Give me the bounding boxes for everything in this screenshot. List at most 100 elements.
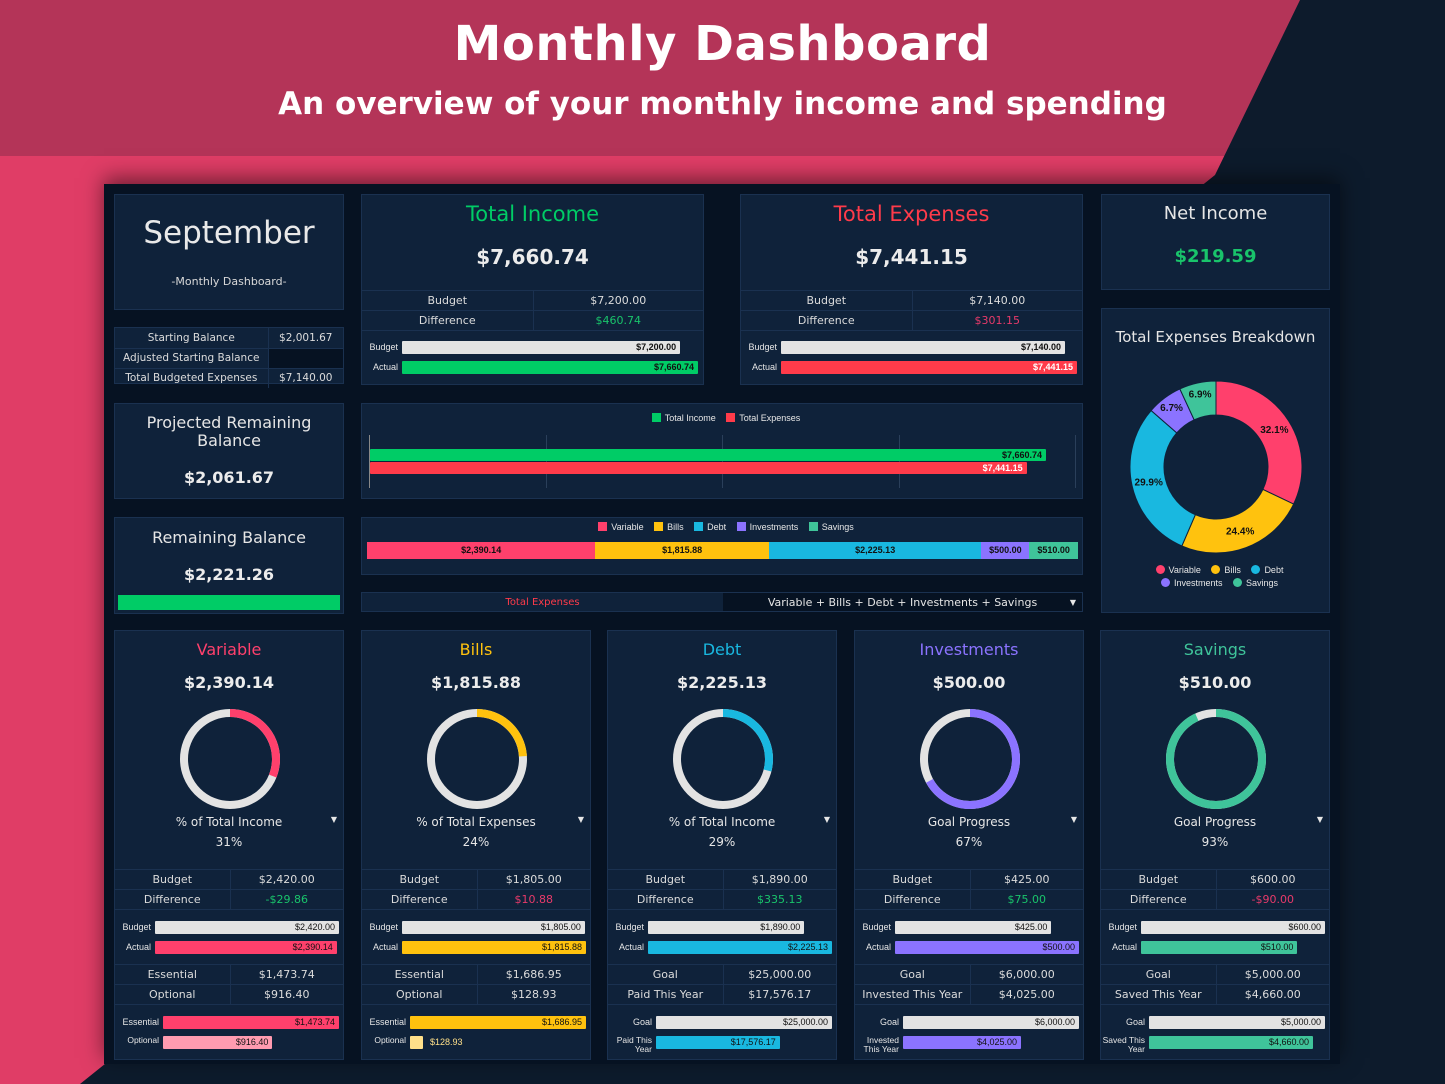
category-metric-dropdown[interactable]: Goal Progress ▼ [855,815,1083,829]
table-row: Budget $1,890.00 [608,869,836,890]
balance-value: $2,001.67 [267,328,343,348]
bar-label: Actual [751,362,777,372]
dropdown-arrow-icon: ▼ [330,815,337,824]
category-metric-label: % of Total Income [668,815,776,829]
row3-value: $6,000.00 [969,964,1083,985]
dropdown-arrow-icon: ▼ [577,815,584,824]
category-metric-value: 31% [215,835,243,849]
row4-value: $4,025.00 [969,984,1083,1005]
balance-label: Adjusted Starting Balance [115,347,268,368]
expenses-budget-value: $7,140.00 [911,290,1082,311]
table-row: Goal $6,000.00 [855,964,1083,985]
remaining-title: Remaining Balance [152,528,306,547]
budget-label: Budget [115,869,230,890]
selector-dropdown[interactable]: Variable + Bills + Debt + Investments + … [723,593,1082,611]
expenses-value: $7,441.15 [855,245,968,269]
table-row: Budget $2,420.00 [115,869,343,890]
table-row: Essential $1,473.74 [115,964,343,985]
category-actual-bar: $1,815.88 [402,941,586,954]
category-budget-bar: $1,805.00 [402,921,585,934]
category-actual-bar: $500.00 [895,941,1079,954]
budget-value: $425.00 [969,869,1083,890]
budget-bar-row: Budget $1,805.00 [369,921,586,934]
row3-bar: $6,000.00 [903,1016,1079,1029]
budget-bar-row: Budget $425.00 [862,921,1079,934]
expenses-actual-bar-row: Actual $7,441.15 [752,361,1077,374]
row3-value: $5,000.00 [1215,964,1329,985]
legend-label: Variable [611,522,644,532]
category-card-savings: Savings $510.00 Goal Progress ▼ 93% Budg… [1100,630,1330,1060]
projected-title: Projected Remaining Balance [146,413,312,450]
legend-label: Total Income [664,413,716,423]
budget-value: $600.00 [1215,869,1329,890]
table-row: Goal $25,000.00 [608,964,836,985]
budget-label: Budget [1101,869,1216,890]
legend-dot-debt [1251,565,1261,574]
bar-label: Budget [369,342,398,352]
total-expenses-card: Total Expenses $7,441.15 Budget $7,140.00… [740,194,1083,385]
category-metric-dropdown[interactable]: % of Total Income ▼ [608,815,836,829]
table-row: Optional $916.40 [115,984,343,1005]
category-metric-label: % of Total Income [175,815,283,829]
donut-label: 24.4% [1226,527,1254,538]
row4-bar: $4,025.00 [903,1036,1022,1049]
legend-label: Debt [707,522,727,532]
chart-legend: Total Income Total Expenses [362,413,1082,423]
table-row: Essential $1,686.95 [362,964,590,985]
row3-bar-row: Essential $1,686.95 [369,1016,586,1029]
row4-value: $916.40 [229,984,343,1005]
category-title: Variable [196,640,262,659]
stacked-bar: $2,390.14 $1,815.88 $2,225.13 $500.00 $510.0… [367,542,1078,559]
row4-value: $17,576.17 [722,984,836,1005]
budget-bar-row: Budget $2,420.00 [122,921,339,934]
bar-label: Paid This Year [616,1035,652,1054]
category-metric-value: 29% [708,835,736,849]
legend-swatch-bills [654,522,664,531]
legend-swatch-investments [736,522,746,531]
breakdown-legend: Variable Bills Debt Investments Savings [1102,564,1329,590]
legend-dot-investments [1160,578,1170,587]
category-budget-bar: $425.00 [895,921,1052,934]
bar-label: Goal [632,1017,652,1027]
category-metric-label: Goal Progress [1173,815,1257,829]
category-metric-dropdown[interactable]: % of Total Expenses ▼ [362,815,590,829]
table-row: Budget $7,140.00 [741,290,1082,311]
difference-label: Difference [608,889,723,910]
category-metric-dropdown[interactable]: Goal Progress ▼ [1101,815,1329,829]
row4-value: $128.93 [476,984,590,1005]
expenses-breakdown-card: Total Expenses Breakdown 32.1% 24.4% 29.9%… [1101,308,1330,613]
legend-label: Investments [749,522,799,532]
expenses-budget-bar: $7,140.00 [781,341,1066,354]
legend-swatch-income [651,413,661,422]
difference-value: -$90.00 [1215,889,1329,910]
projected-value: $2,061.67 [183,468,275,487]
legend-label: Bills [1224,565,1241,575]
breakdown-title: Total Expenses Breakdown [1115,328,1316,346]
budget-value: $1,890.00 [722,869,836,890]
adjusted-balance-input[interactable] [267,347,343,368]
legend-swatch-debt [694,522,704,531]
income-actual-bar-row: Actual $7,660.74 [373,361,698,374]
dropdown-arrow-icon: ▼ [1316,815,1323,824]
table-row: Total Budgeted Expenses $7,140.00 [115,367,343,388]
category-card-bills: Bills $1,815.88 % of Total Expenses ▼ 24… [361,630,591,1060]
month-title: September [143,215,315,251]
page-subtitle: An overview of your monthly income and s… [278,86,1167,122]
bar-label: Optional [374,1035,406,1045]
row4-label: Optional [115,984,230,1005]
bar-label: Saved This Year [1102,1035,1145,1054]
table-row: Budget $425.00 [855,869,1083,890]
bar-label: Budget [862,922,891,932]
actual-bar-row: Actual $510.00 [1112,941,1325,954]
difference-label: Difference [1101,889,1216,910]
category-metric-dropdown[interactable]: % of Total Income ▼ [115,815,343,829]
gridline [1075,435,1076,488]
legend-dot-variable [1155,565,1165,574]
row3-bar-row: Goal $5,000.00 [1126,1016,1325,1029]
bar-label: Budget [122,922,151,932]
balance-label: Starting Balance [147,331,235,344]
row3-bar: $25,000.00 [656,1016,832,1029]
bar-label: Essential [369,1017,406,1027]
category-ring-chart [427,709,527,809]
stack-segment-bills: $1,815.88 [595,542,769,559]
